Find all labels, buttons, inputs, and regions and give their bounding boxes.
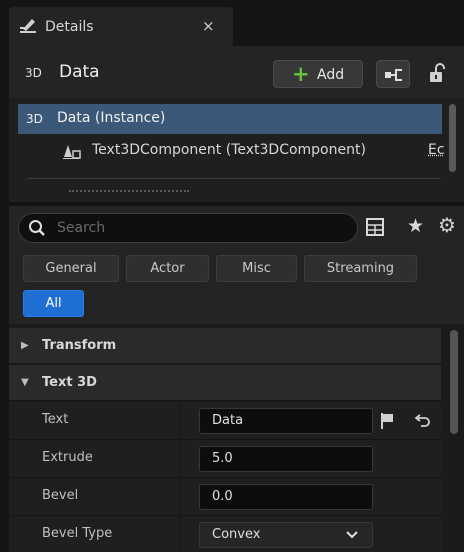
filter-all[interactable]: All [23, 290, 84, 317]
reset-to-default-icon[interactable] [415, 412, 431, 428]
category-transform[interactable]: ▶ Transform [9, 328, 441, 364]
property-row-extrude: Extrude 5.0 [9, 440, 441, 478]
tree-item-partial [69, 190, 189, 194]
filter-misc[interactable]: Misc [216, 255, 297, 282]
property-row-bevel-type: Bevel Type Convex [9, 516, 441, 552]
category-label: Text 3D [42, 375, 97, 390]
properties-panel: ▶ Transform ▼ Text 3D Text Data Extrude … [9, 324, 464, 552]
property-name: Bevel [42, 488, 79, 503]
details-pencil-icon [20, 19, 36, 33]
property-row-text: Text Data [9, 402, 441, 440]
close-icon[interactable]: × [202, 17, 215, 35]
search-icon [29, 220, 45, 236]
column-splitter[interactable] [179, 440, 180, 478]
search-placeholder: Search [57, 220, 106, 236]
settings-gear-icon[interactable]: ⚙ [438, 213, 456, 237]
bevel-value-field[interactable]: 0.0 [199, 484, 373, 510]
tab-title: Details [45, 19, 94, 35]
tree-item-instance[interactable]: 3D Data (Instance) [18, 104, 442, 134]
plus-icon: + [292, 62, 310, 86]
filter-bar: Search ★ ⚙ General Actor Misc Streaming … [9, 206, 464, 324]
component-tree: 3D Data (Instance) Text3DComponent (Text… [9, 98, 464, 202]
column-splitter[interactable] [179, 516, 180, 552]
tree-item-label: Data (Instance) [57, 110, 166, 126]
tree-item-label: Text3DComponent (Text3DComponent) [92, 142, 366, 158]
chevron-down-icon [346, 531, 358, 539]
tab-details[interactable]: Details × [9, 7, 233, 46]
tab-bar: Details × [0, 0, 464, 46]
text3d-actor-icon: 3D [26, 112, 43, 126]
details-header: 3D Data + Add [9, 46, 464, 98]
collapse-arrow-icon: ▼ [21, 377, 29, 388]
category-text3d[interactable]: ▼ Text 3D [9, 365, 441, 401]
property-matrix-icon[interactable] [366, 218, 384, 236]
property-name: Text [42, 412, 69, 427]
filter-general[interactable]: General [23, 255, 119, 282]
property-name: Bevel Type [42, 526, 113, 541]
localization-flag-icon[interactable] [380, 412, 394, 430]
add-button-label: Add [317, 67, 345, 83]
property-value: Convex [212, 527, 261, 542]
search-input[interactable]: Search [18, 213, 358, 243]
edit-in-cpp-link[interactable]: Ec [428, 142, 445, 158]
text3d-component-icon [63, 145, 81, 159]
blueprint-button[interactable] [376, 60, 410, 88]
favorites-star-icon[interactable]: ★ [407, 215, 424, 237]
filter-actor[interactable]: Actor [126, 255, 209, 282]
property-value: 0.0 [212, 489, 233, 504]
column-splitter[interactable] [179, 402, 180, 440]
property-value: Data [212, 413, 244, 428]
unlock-icon[interactable] [428, 62, 448, 86]
actor-name: Data [59, 62, 100, 82]
filter-streaming[interactable]: Streaming [304, 255, 417, 282]
property-value: 5.0 [212, 451, 233, 466]
category-label: Transform [42, 338, 117, 353]
text3d-actor-icon: 3D [25, 66, 42, 80]
properties-scrollbar[interactable] [450, 330, 458, 434]
tree-divider [27, 178, 441, 179]
expand-arrow-icon: ▶ [21, 340, 29, 351]
property-row-bevel: Bevel 0.0 [9, 478, 441, 516]
property-name: Extrude [42, 450, 93, 465]
bevel-type-dropdown[interactable]: Convex [199, 522, 373, 548]
text-value-field[interactable]: Data [199, 408, 373, 434]
column-splitter[interactable] [179, 478, 180, 516]
add-component-button[interactable]: + Add [273, 60, 363, 88]
extrude-value-field[interactable]: 5.0 [199, 446, 373, 472]
blueprint-icon [385, 69, 402, 81]
tree-scrollbar[interactable] [449, 104, 456, 172]
tree-item-text3dcomponent[interactable]: Text3DComponent (Text3DComponent) Ec [18, 136, 445, 166]
